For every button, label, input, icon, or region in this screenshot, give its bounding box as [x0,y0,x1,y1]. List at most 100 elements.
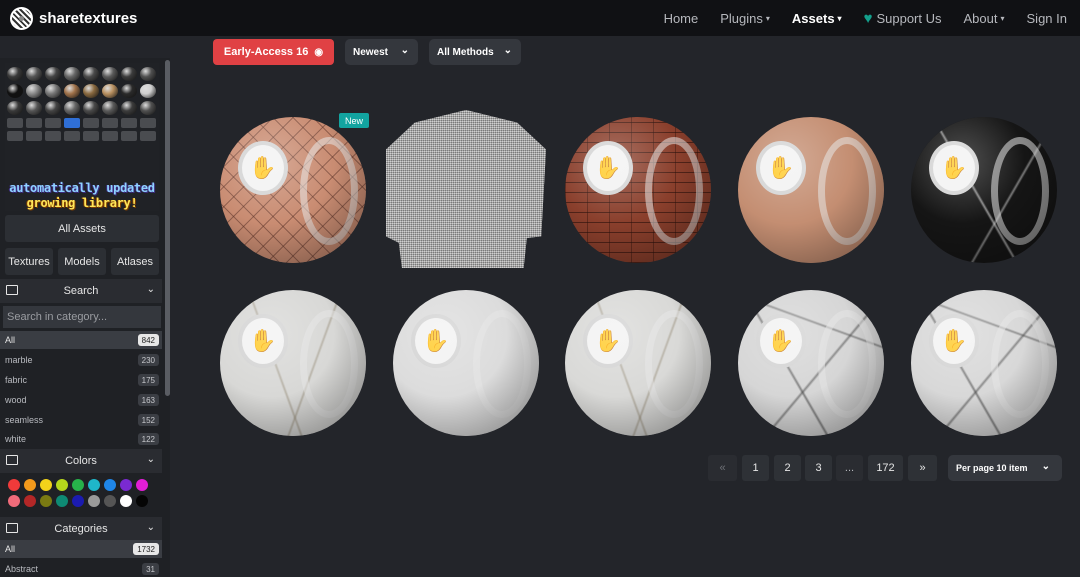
nav-about[interactable]: About ▾ [964,11,1005,26]
chevron-down-icon: ⌄ [503,45,512,56]
promo-thumbnail [64,118,80,128]
color-swatch[interactable] [120,479,132,491]
search-item-seamless[interactable]: seamless 152 [0,411,162,429]
search-item-wood[interactable]: wood 163 [0,391,162,409]
folder-icon [6,523,18,533]
category-item-all[interactable]: All 1732 [0,540,162,558]
early-access-button[interactable]: Early-Access 16 ◉ [213,39,334,65]
search-item-all[interactable]: All 842 [0,331,162,349]
promo-line1: automatically updated [9,181,155,195]
categories-section-header[interactable]: Categories ⌄ [0,517,162,541]
search-section-header[interactable]: Search ⌄ [0,279,162,303]
textures-button[interactable]: Textures [5,248,53,275]
logo-icon [10,6,33,30]
nav-support[interactable]: ♥ Support Us [864,10,942,27]
promo-thumbnail [64,67,80,81]
promo-thumbnail [7,84,23,98]
colors-section-label: Colors [65,455,97,467]
sphere-shading [738,290,884,436]
last-page-button[interactable]: 172 [868,455,903,481]
search-item-white[interactable]: white 122 [0,430,162,448]
color-swatch[interactable] [72,479,84,491]
color-swatch[interactable] [72,495,84,507]
page-2-button[interactable]: 2 [774,455,801,481]
nav-plugins[interactable]: Plugins ▾ [720,11,770,26]
list-item-label: All [5,544,16,554]
sort-dropdown[interactable]: Newest ⌄ [345,39,418,65]
per-page-dropdown[interactable]: Per page 10 item ⌄ [948,455,1062,481]
asset-tile-white-marble-veined[interactable]: ✋ [563,288,713,438]
color-swatch[interactable] [104,479,116,491]
list-item-label: wood [5,395,27,405]
color-swatch[interactable] [24,495,36,507]
sphere-shading [565,117,711,263]
sphere-shading [220,290,366,436]
all-assets-button[interactable]: All Assets [5,215,159,242]
color-swatch[interactable] [8,479,20,491]
color-swatch[interactable] [56,479,68,491]
color-swatch[interactable] [40,495,52,507]
prev-page-button[interactable]: « [708,455,737,481]
promo-thumbnail [64,84,80,98]
color-swatch[interactable] [88,479,100,491]
sphere-shading [393,290,539,436]
color-swatch[interactable] [120,495,132,507]
asset-tile-white-marble-plain[interactable]: ✋ [391,288,541,438]
promo-thumbnail [121,118,137,128]
color-swatch[interactable] [136,495,148,507]
promo-thumbnail [83,131,99,141]
asset-tile-black-marble[interactable]: ✋ [909,115,1059,265]
color-swatch[interactable] [136,479,148,491]
color-swatch[interactable] [88,495,100,507]
early-access-label: Early-Access 16 [223,46,309,58]
colors-section-header[interactable]: Colors ⌄ [0,449,162,473]
models-button[interactable]: Models [58,248,106,275]
site-logo[interactable]: sharetextures [10,6,137,30]
asset-tile-white-marble-gold[interactable]: ✋ [218,288,368,438]
methods-dropdown[interactable]: All Methods ⌄ [429,39,521,65]
promo-thumbnail [83,67,99,81]
sidebar-scrollbar[interactable] [165,60,170,396]
color-swatch[interactable] [56,495,68,507]
nav-assets[interactable]: Assets ▾ [792,11,842,26]
caret-down-icon: ▾ [837,13,842,23]
page-ellipsis: ... [836,455,863,481]
search-item-marble[interactable]: marble 230 [0,351,162,369]
nav-signin[interactable]: Sign In [1027,11,1067,26]
search-item-fabric[interactable]: fabric 175 [0,371,162,389]
chevron-down-icon: ⌄ [146,522,155,533]
material-preview-sphere: ✋ [911,290,1057,436]
promo-thumbnail [45,67,61,81]
category-search-input[interactable] [3,306,161,328]
asset-tile-mesh-fabric[interactable] [386,110,546,268]
asset-tile-terracotta-marble[interactable]: ✋ [736,115,886,265]
promo-thumbnail [45,118,61,128]
promo-thumbnail [26,67,42,81]
color-swatch[interactable] [8,495,20,507]
count-badge: 31 [142,563,159,575]
top-navbar: sharetextures Home Plugins ▾ Assets ▾ ♥ Sup… [0,0,1080,36]
promo-thumbnail [102,67,118,81]
atlases-button[interactable]: Atlases [111,248,159,275]
promo-thumbnail [102,131,118,141]
library-promo-banner[interactable]: automatically updated growing library! [5,63,159,211]
next-page-button[interactable]: » [908,455,937,481]
material-preview-sphere: ✋ [565,290,711,436]
asset-tile-pink-brick-herringbone[interactable]: ✋ [218,115,368,265]
promo-thumbnail [26,101,42,115]
nav-home[interactable]: Home [664,11,699,26]
category-item-abstract[interactable]: Abstract 31 [0,560,162,577]
count-badge: 122 [137,433,159,445]
promo-thumbnail [7,101,23,115]
color-swatch[interactable] [104,495,116,507]
search-section-label: Search [63,285,99,297]
asset-tile-white-marble-dark-veins[interactable]: ✋ [909,288,1059,438]
asset-tile-red-brick[interactable]: ✋ [563,115,713,265]
page-1-button[interactable]: 1 [742,455,769,481]
color-swatch[interactable] [40,479,52,491]
color-swatch[interactable] [24,479,36,491]
promo-thumbnail [102,118,118,128]
asset-tile-white-marble-grey[interactable]: ✋ [736,288,886,438]
page-3-button[interactable]: 3 [805,455,832,481]
main-nav: Home Plugins ▾ Assets ▾ ♥ Support Us About ▾… [642,0,1067,36]
